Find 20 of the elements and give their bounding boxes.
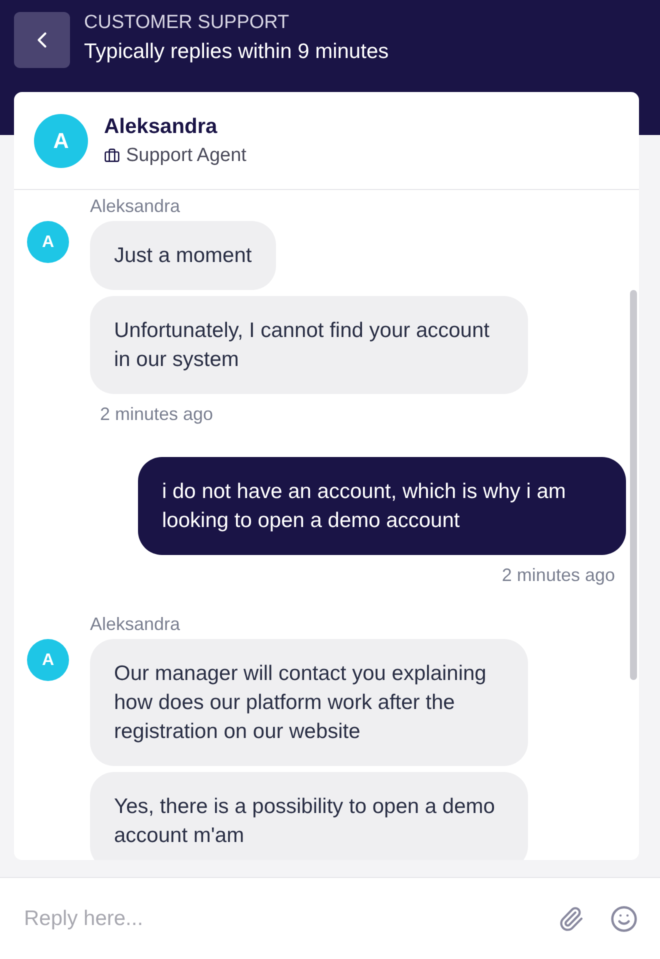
scrollbar[interactable]: [630, 290, 637, 680]
message-time: 2 minutes ago: [502, 565, 615, 586]
message-bubble: Unfortunately, I cannot find your account in our system: [90, 296, 528, 394]
smile-icon[interactable]: [610, 904, 638, 932]
agent-avatar: A: [27, 639, 69, 681]
sender-name: Aleksandra: [90, 614, 180, 635]
message-bubble: i do not have an account, which is why i am looking to open a demo account: [138, 457, 626, 555]
header-subtitle: Typically replies within 9 minutes: [84, 40, 389, 64]
header-title: CUSTOMER SUPPORT: [84, 12, 290, 34]
sender-name: Aleksandra: [90, 196, 180, 217]
agent-role: Support Agent: [126, 144, 246, 166]
message-bubble: Just a moment: [90, 221, 276, 290]
agent-avatar: A: [27, 221, 69, 263]
agent-avatar: A: [34, 114, 88, 168]
briefcase-icon: [104, 148, 120, 164]
paperclip-icon[interactable]: [558, 906, 584, 932]
message-bubble: Yes, there is a possibility to open a demo account m'am: [90, 772, 528, 860]
message-bubble: Our manager will contact you explaining how does our platform work after the registration on our website: [90, 639, 528, 766]
message-time: 2 minutes ago: [100, 404, 214, 425]
agent-name: Aleksandra: [104, 114, 218, 138]
